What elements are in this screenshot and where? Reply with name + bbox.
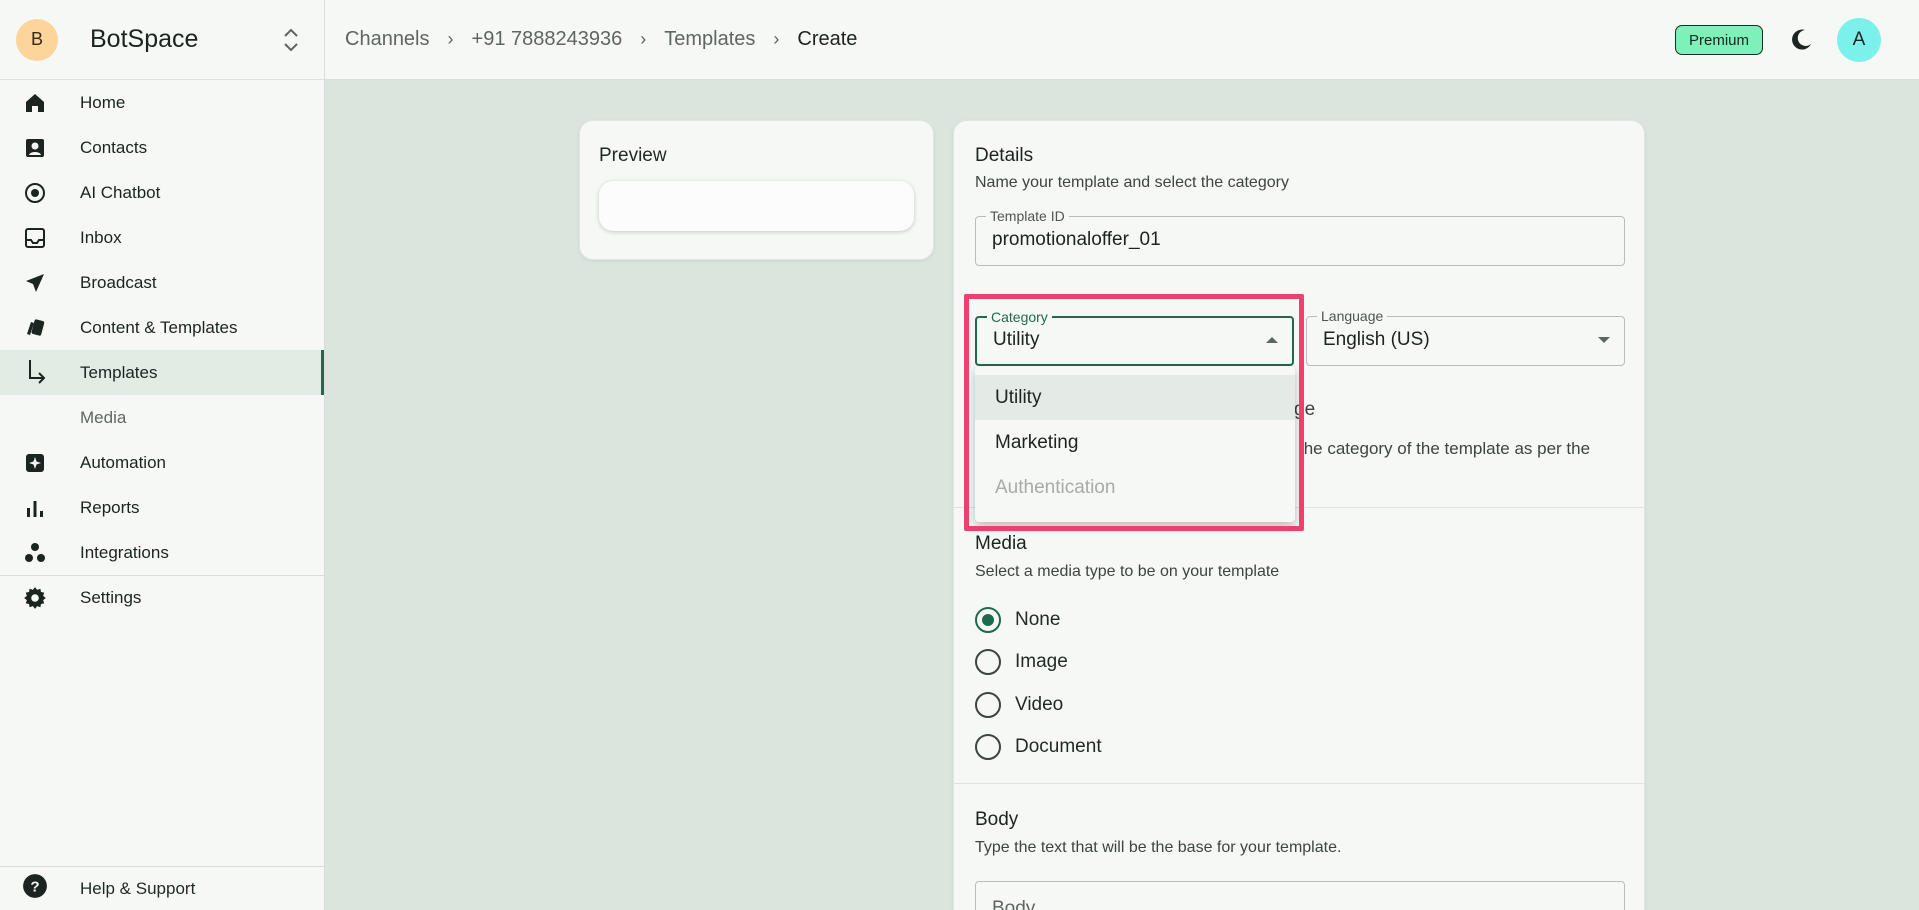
body-placeholder: Body	[992, 898, 1036, 910]
preview-message-box	[599, 181, 914, 231]
help-icon: ?	[22, 873, 48, 904]
sidebar-item-label: Broadcast	[80, 272, 157, 292]
category-option-utility[interactable]: Utility	[975, 375, 1295, 420]
caret-down-icon	[1598, 337, 1610, 343]
radio-unchecked-icon	[975, 649, 1001, 675]
radio-unchecked-icon	[975, 692, 1001, 718]
media-description: Select a media type to be on your templa…	[975, 563, 1280, 580]
svg-text:?: ?	[30, 878, 39, 895]
media-option-none[interactable]: None	[975, 605, 1060, 635]
dark-mode-icon[interactable]	[1787, 26, 1815, 54]
unfold-icon[interactable]	[280, 26, 302, 54]
sidebar-item-settings[interactable]: Settings	[0, 575, 324, 620]
sidebar-item-templates[interactable]: Templates	[0, 350, 324, 395]
radio-checked-icon	[975, 607, 1001, 633]
media-title: Media	[975, 533, 1027, 554]
obscured-heading-fragment: ge	[1294, 399, 1316, 420]
top-bar: Channels › +91 7888243936 › Templates › …	[325, 0, 1919, 80]
sidebar: B BotSpace Home Contacts AI Chatbot Inbo…	[0, 0, 325, 910]
cards-icon	[22, 315, 48, 341]
subitem-arrow-icon	[22, 359, 48, 386]
template-id-value: promotionaloffer_01	[992, 229, 1161, 250]
integrations-icon	[22, 540, 48, 566]
language-label: Language	[1317, 308, 1388, 324]
breadcrumb-templates[interactable]: Templates	[664, 28, 755, 51]
premium-badge[interactable]: Premium	[1674, 25, 1763, 55]
bar-chart-icon	[22, 495, 48, 521]
help-support-link[interactable]: ? Help & Support	[0, 866, 324, 910]
sidebar-item-home[interactable]: Home	[0, 80, 324, 125]
body-description: Type the text that will be the base for …	[975, 839, 1342, 856]
media-option-label: Document	[1015, 736, 1102, 757]
radio-unchecked-icon	[975, 734, 1001, 760]
sidebar-item-label: Integrations	[80, 542, 169, 562]
breadcrumb-phone[interactable]: +91 7888243936	[472, 28, 623, 51]
sidebar-item-label: Content & Templates	[80, 317, 238, 337]
sidebar-item-ai-chatbot[interactable]: AI Chatbot	[0, 170, 324, 215]
media-option-label: None	[1015, 609, 1061, 630]
send-icon	[22, 270, 48, 296]
breadcrumb: Channels › +91 7888243936 › Templates › …	[345, 28, 857, 51]
obscured-description-fragment: the category of the template as per the	[1299, 439, 1591, 458]
preview-title: Preview	[599, 145, 667, 166]
preview-card: Preview	[579, 120, 934, 260]
section-divider	[954, 783, 1644, 784]
workspace-switcher[interactable]: B BotSpace	[0, 0, 324, 80]
inbox-icon	[22, 225, 48, 251]
sidebar-item-label: Automation	[80, 452, 166, 472]
sidebar-item-label: Templates	[80, 362, 158, 382]
chevron-right-icon: ›	[773, 29, 780, 49]
chevron-right-icon: ›	[447, 29, 454, 49]
category-select[interactable]: Category Utility	[975, 309, 1294, 366]
media-option-image[interactable]: Image	[975, 647, 1068, 677]
caret-up-icon	[1266, 337, 1278, 343]
breadcrumb-channels[interactable]: Channels	[345, 28, 430, 51]
category-option-marketing[interactable]: Marketing	[975, 420, 1295, 465]
sidebar-nav: Home Contacts AI Chatbot Inbox Broadcast…	[0, 80, 324, 620]
sidebar-item-media[interactable]: Media	[0, 395, 324, 440]
media-option-video[interactable]: Video	[975, 690, 1063, 720]
category-value: Utility	[993, 329, 1040, 350]
ai-chatbot-icon	[22, 180, 48, 206]
language-select[interactable]: Language English (US)	[1306, 308, 1625, 366]
sidebar-item-label: Home	[80, 92, 126, 112]
sidebar-item-label: Contacts	[80, 137, 148, 157]
media-option-label: Video	[1015, 694, 1064, 715]
sidebar-item-label: AI Chatbot	[80, 182, 161, 202]
media-option-label: Image	[1015, 651, 1068, 672]
sidebar-item-content-templates[interactable]: Content & Templates	[0, 305, 324, 350]
gear-icon	[22, 585, 48, 611]
category-option-authentication: Authentication	[995, 476, 1116, 498]
brand-name: BotSpace	[90, 25, 199, 53]
user-avatar[interactable]: A	[1837, 18, 1881, 62]
workspace-avatar: B	[16, 18, 58, 61]
details-description: Name your template and select the catego…	[975, 174, 1289, 191]
sidebar-item-label: Settings	[80, 588, 142, 607]
breadcrumb-create: Create	[797, 28, 858, 50]
template-id-label: Template ID	[986, 208, 1069, 224]
body-title: Body	[975, 809, 1019, 830]
contacts-icon	[22, 135, 48, 161]
sidebar-item-inbox[interactable]: Inbox	[0, 215, 324, 260]
sidebar-item-contacts[interactable]: Contacts	[0, 125, 324, 170]
sidebar-item-reports[interactable]: Reports	[0, 485, 324, 530]
sidebar-item-label: Media	[80, 407, 127, 427]
sparkle-icon	[22, 450, 48, 476]
help-label: Help & Support	[80, 878, 196, 898]
language-value: English (US)	[1323, 329, 1430, 350]
home-icon	[22, 90, 48, 116]
category-label: Category	[987, 309, 1052, 325]
category-dropdown-menu: Utility Marketing Authentication	[975, 366, 1295, 522]
sidebar-item-broadcast[interactable]: Broadcast	[0, 260, 324, 305]
template-id-field[interactable]: Template ID promotionaloffer_01	[975, 208, 1625, 266]
sidebar-item-label: Inbox	[80, 227, 122, 247]
details-title: Details	[975, 145, 1034, 166]
chevron-right-icon: ›	[640, 29, 647, 49]
sidebar-item-automation[interactable]: Automation	[0, 440, 324, 485]
sidebar-item-label: Reports	[80, 497, 140, 517]
media-option-document[interactable]: Document	[975, 732, 1102, 762]
sidebar-item-integrations[interactable]: Integrations	[0, 530, 324, 575]
body-textarea[interactable]: Body	[975, 881, 1625, 910]
